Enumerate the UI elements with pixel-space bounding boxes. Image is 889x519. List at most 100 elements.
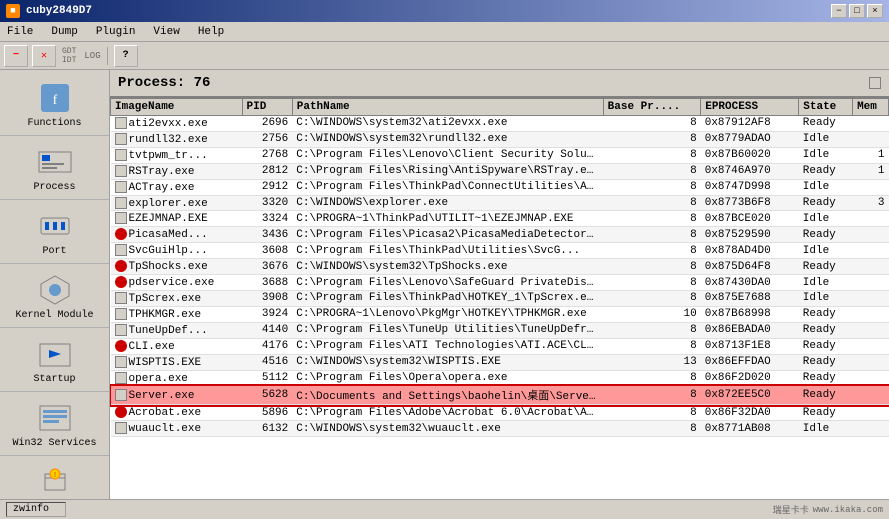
table-row[interactable]: PicasaMed... 3436 C:\Program Files\Picas… [111, 227, 889, 243]
toolbar-minus-button[interactable]: − [4, 45, 28, 67]
process-eprocess: 0x8771AB08 [701, 421, 799, 437]
process-name: ACTray.exe [111, 179, 243, 195]
process-base: 13 [603, 354, 701, 370]
menu-file[interactable]: File [4, 25, 36, 39]
col-header-imagename[interactable]: ImageName [111, 99, 243, 116]
window-controls[interactable]: − □ × [831, 4, 883, 18]
process-mem [853, 290, 889, 306]
toolbar: − ✕ GDT IDT LOG ? [0, 42, 889, 70]
restore-button[interactable]: □ [849, 4, 865, 18]
process-name: TpShocks.exe [111, 259, 243, 275]
status-bar: zwinfo 瑞星卡卡 www.ikaka.com [0, 499, 889, 519]
process-pid: 3908 [242, 290, 292, 306]
menu-plugin[interactable]: Plugin [93, 25, 139, 39]
table-row[interactable]: TpScrex.exe 3908 C:\Program Files\ThinkP… [111, 290, 889, 306]
close-button[interactable]: × [867, 4, 883, 18]
menu-help[interactable]: Help [195, 25, 227, 39]
win32-services-label: Win32 Services [12, 438, 96, 449]
toolbar-help-button[interactable]: ? [114, 45, 138, 67]
table-row[interactable]: ACTray.exe 2912 C:\Program Files\ThinkPa… [111, 179, 889, 195]
process-pid: 3676 [242, 259, 292, 275]
menu-view[interactable]: View [150, 25, 182, 39]
process-mem [853, 116, 889, 132]
process-eprocess: 0x878AD4D0 [701, 243, 799, 259]
process-state: Ready [799, 306, 853, 322]
sidebar-item-registry[interactable]: ! Registry [0, 458, 109, 499]
process-eprocess: 0x86EBADA0 [701, 322, 799, 338]
col-header-pathname[interactable]: PathName [292, 99, 603, 116]
process-pid: 5628 [242, 386, 292, 405]
sidebar-item-win32-services[interactable]: Win32 Services [0, 394, 109, 456]
process-state: Idle [799, 275, 853, 291]
table-row[interactable]: pdservice.exe 3688 C:\Program Files\Leno… [111, 275, 889, 291]
sidebar-item-startup[interactable]: Startup [0, 330, 109, 392]
content-area: Process: 76 ImageName PID PathName Base … [110, 70, 889, 499]
process-pid: 3436 [242, 227, 292, 243]
col-header-base[interactable]: Base Pr.... [603, 99, 701, 116]
table-row[interactable]: explorer.exe 3320 C:\WINDOWS\explorer.ex… [111, 195, 889, 211]
table-row[interactable]: opera.exe 5112 C:\Program Files\Opera\op… [111, 370, 889, 386]
minimize-button[interactable]: − [831, 4, 847, 18]
table-row[interactable]: Server.exe 5628 C:\Documents and Setting… [111, 386, 889, 405]
process-pid: 4140 [242, 322, 292, 338]
col-header-eprocess[interactable]: EPROCESS [701, 99, 799, 116]
table-row[interactable]: TPHKMGR.exe 3924 C:\PROGRA~1\Lenovo\PkgM… [111, 306, 889, 322]
menu-dump[interactable]: Dump [48, 25, 80, 39]
process-pid: 2696 [242, 116, 292, 132]
toolbar-x-button[interactable]: ✕ [32, 45, 56, 67]
table-row[interactable]: EZEJMNAP.EXE 3324 C:\PROGRA~1\ThinkPad\U… [111, 211, 889, 227]
process-state: Idle [799, 147, 853, 163]
col-header-pid[interactable]: PID [242, 99, 292, 116]
process-table: ImageName PID PathName Base Pr.... EPROC… [110, 98, 889, 437]
table-row[interactable]: SvcGuiHlp... 3608 C:\Program Files\Think… [111, 243, 889, 259]
registry-icon: ! [37, 464, 73, 499]
col-header-mem[interactable]: Mem [853, 99, 889, 116]
sidebar-item-kernel-module[interactable]: Kernel Module [0, 266, 109, 328]
table-row[interactable]: ati2evxx.exe 2696 C:\WINDOWS\system32\at… [111, 116, 889, 132]
process-path: C:\WINDOWS\system32\rundll32.exe [292, 131, 603, 147]
process-path: C:\Program Files\Lenovo\SafeGuard Privat… [292, 275, 603, 291]
process-base: 10 [603, 306, 701, 322]
table-row[interactable]: WISPTIS.EXE 4516 C:\WINDOWS\system32\WIS… [111, 354, 889, 370]
process-state: Idle [799, 421, 853, 437]
table-row[interactable]: tvtpwm_tr... 2768 C:\Program Files\Lenov… [111, 147, 889, 163]
table-row[interactable]: Acrobat.exe 5896 C:\Program Files\Adobe\… [111, 405, 889, 421]
table-row[interactable]: TpShocks.exe 3676 C:\WINDOWS\system32\Tp… [111, 259, 889, 275]
process-name: TpScrex.exe [111, 290, 243, 306]
table-row[interactable]: RSTray.exe 2812 C:\Program Files\Rising\… [111, 163, 889, 179]
sidebar-item-process[interactable]: Process [0, 138, 109, 200]
process-path: C:\WINDOWS\system32\WISPTIS.EXE [292, 354, 603, 370]
process-state: Idle [799, 290, 853, 306]
main-layout: f Functions Process [0, 70, 889, 499]
table-row[interactable]: wuauclt.exe 6132 C:\WINDOWS\system32\wua… [111, 421, 889, 437]
process-pid: 3924 [242, 306, 292, 322]
process-mem: 1 [853, 147, 889, 163]
process-name: SvcGuiHlp... [111, 243, 243, 259]
process-name: PicasaMed... [111, 227, 243, 243]
table-row[interactable]: CLI.exe 4176 C:\Program Files\ATI Techno… [111, 338, 889, 354]
process-base: 8 [603, 275, 701, 291]
process-mem [853, 243, 889, 259]
table-row[interactable]: rundll32.exe 2756 C:\WINDOWS\system32\ru… [111, 131, 889, 147]
sidebar-item-functions[interactable]: f Functions [0, 74, 109, 136]
process-pid: 3608 [242, 243, 292, 259]
process-state: Ready [799, 370, 853, 386]
svg-text:!: ! [52, 472, 56, 480]
sidebar-item-port[interactable]: Port [0, 202, 109, 264]
process-table-container[interactable]: ImageName PID PathName Base Pr.... EPROC… [110, 98, 889, 499]
process-path: C:\WINDOWS\system32\TpShocks.exe [292, 259, 603, 275]
process-eprocess: 0x8773B6F8 [701, 195, 799, 211]
process-base: 8 [603, 116, 701, 132]
table-row[interactable]: TuneUpDef... 4140 C:\Program Files\TuneU… [111, 322, 889, 338]
port-icon [37, 208, 73, 244]
table-header-row: ImageName PID PathName Base Pr.... EPROC… [111, 99, 889, 116]
process-name: WISPTIS.EXE [111, 354, 243, 370]
process-state: Ready [799, 227, 853, 243]
col-header-state[interactable]: State [799, 99, 853, 116]
process-pid: 5112 [242, 370, 292, 386]
process-mem [853, 259, 889, 275]
process-state: Ready [799, 195, 853, 211]
process-eprocess: 0x875E7688 [701, 290, 799, 306]
process-name: EZEJMNAP.EXE [111, 211, 243, 227]
process-path: C:\Program Files\Opera\opera.exe [292, 370, 603, 386]
